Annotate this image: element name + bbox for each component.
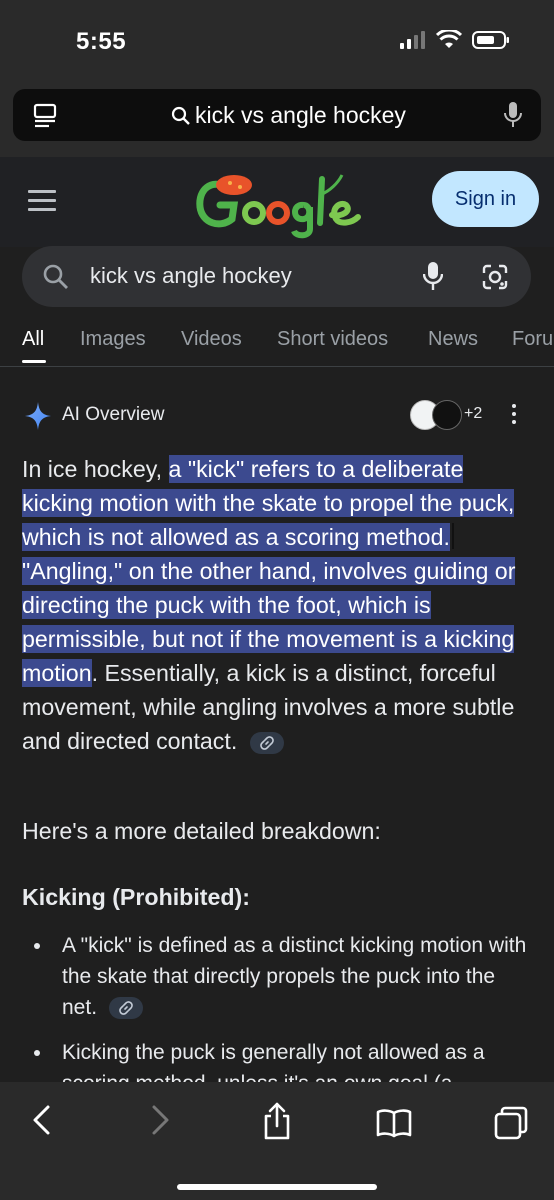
link-icon (119, 1001, 133, 1016)
hamburger-menu-icon[interactable] (28, 190, 56, 217)
search-icon (171, 106, 190, 125)
link-icon (259, 736, 274, 750)
ai-overview-title: AI Overview (62, 404, 165, 425)
share-icon[interactable] (261, 1102, 293, 1140)
google-doodle-logo[interactable] (192, 165, 362, 239)
source-avatar (432, 400, 462, 430)
search-tabs: All Images Videos Short videos News Foru (0, 320, 554, 364)
tabs-icon[interactable] (494, 1106, 528, 1140)
more-sources-count[interactable]: +2 (464, 405, 482, 423)
voice-search-icon[interactable] (423, 261, 443, 291)
status-time: 5:55 (76, 28, 127, 55)
tab-all[interactable]: All (22, 328, 44, 351)
lens-camera-icon[interactable] (481, 263, 509, 291)
breakdown-intro: Here's a more detailed breakdown: (22, 818, 381, 844)
source-link-chip[interactable] (108, 997, 143, 1020)
source-avatars[interactable] (410, 400, 470, 430)
tab-news[interactable]: News (428, 328, 478, 351)
text-cursor (451, 523, 454, 549)
list-item: A "kick" is defined as a distinct kickin… (22, 930, 534, 1023)
wifi-icon (436, 30, 462, 48)
address-text[interactable]: kick vs angle hockey (171, 102, 406, 129)
signal-icon (400, 31, 425, 49)
page-menu-icon[interactable] (33, 103, 57, 129)
address-bar[interactable]: kick vs angle hockey (13, 89, 541, 141)
tab-videos[interactable]: Videos (181, 328, 242, 351)
source-link-chip[interactable] (249, 731, 284, 754)
mic-icon[interactable] (503, 101, 523, 129)
tab-images[interactable]: Images (80, 328, 146, 351)
google-header: Sign in (0, 157, 554, 247)
browser-toolbar (0, 1082, 554, 1200)
more-options-icon[interactable] (512, 404, 518, 428)
browser-address-area: kick vs angle hockey (0, 80, 554, 157)
tab-forums[interactable]: Foru (512, 328, 553, 351)
ai-overview-header: AI Overview +2 (24, 400, 534, 432)
forward-icon[interactable] (150, 1104, 172, 1136)
tab-short-videos[interactable]: Short videos (277, 328, 388, 351)
sign-in-button[interactable]: Sign in (432, 171, 539, 227)
ai-overview-text: In ice hockey, a "kick" refers to a deli… (22, 452, 534, 758)
search-icon (43, 264, 68, 289)
search-box[interactable]: kick vs angle hockey (22, 246, 531, 307)
section-heading: Kicking (Prohibited): (22, 884, 251, 910)
search-input[interactable]: kick vs angle hockey (90, 263, 292, 289)
tabs-divider (0, 366, 554, 367)
bookmarks-icon[interactable] (376, 1108, 412, 1138)
active-tab-indicator (22, 360, 46, 363)
status-bar: 5:55 (0, 0, 554, 80)
battery-icon (472, 31, 509, 49)
back-icon[interactable] (30, 1104, 52, 1136)
address-query: kick vs angle hockey (195, 102, 406, 128)
home-indicator (177, 1184, 377, 1190)
overview-lead: In ice hockey, (22, 456, 163, 482)
ai-sparkle-icon (25, 402, 51, 430)
status-icons (400, 30, 510, 50)
